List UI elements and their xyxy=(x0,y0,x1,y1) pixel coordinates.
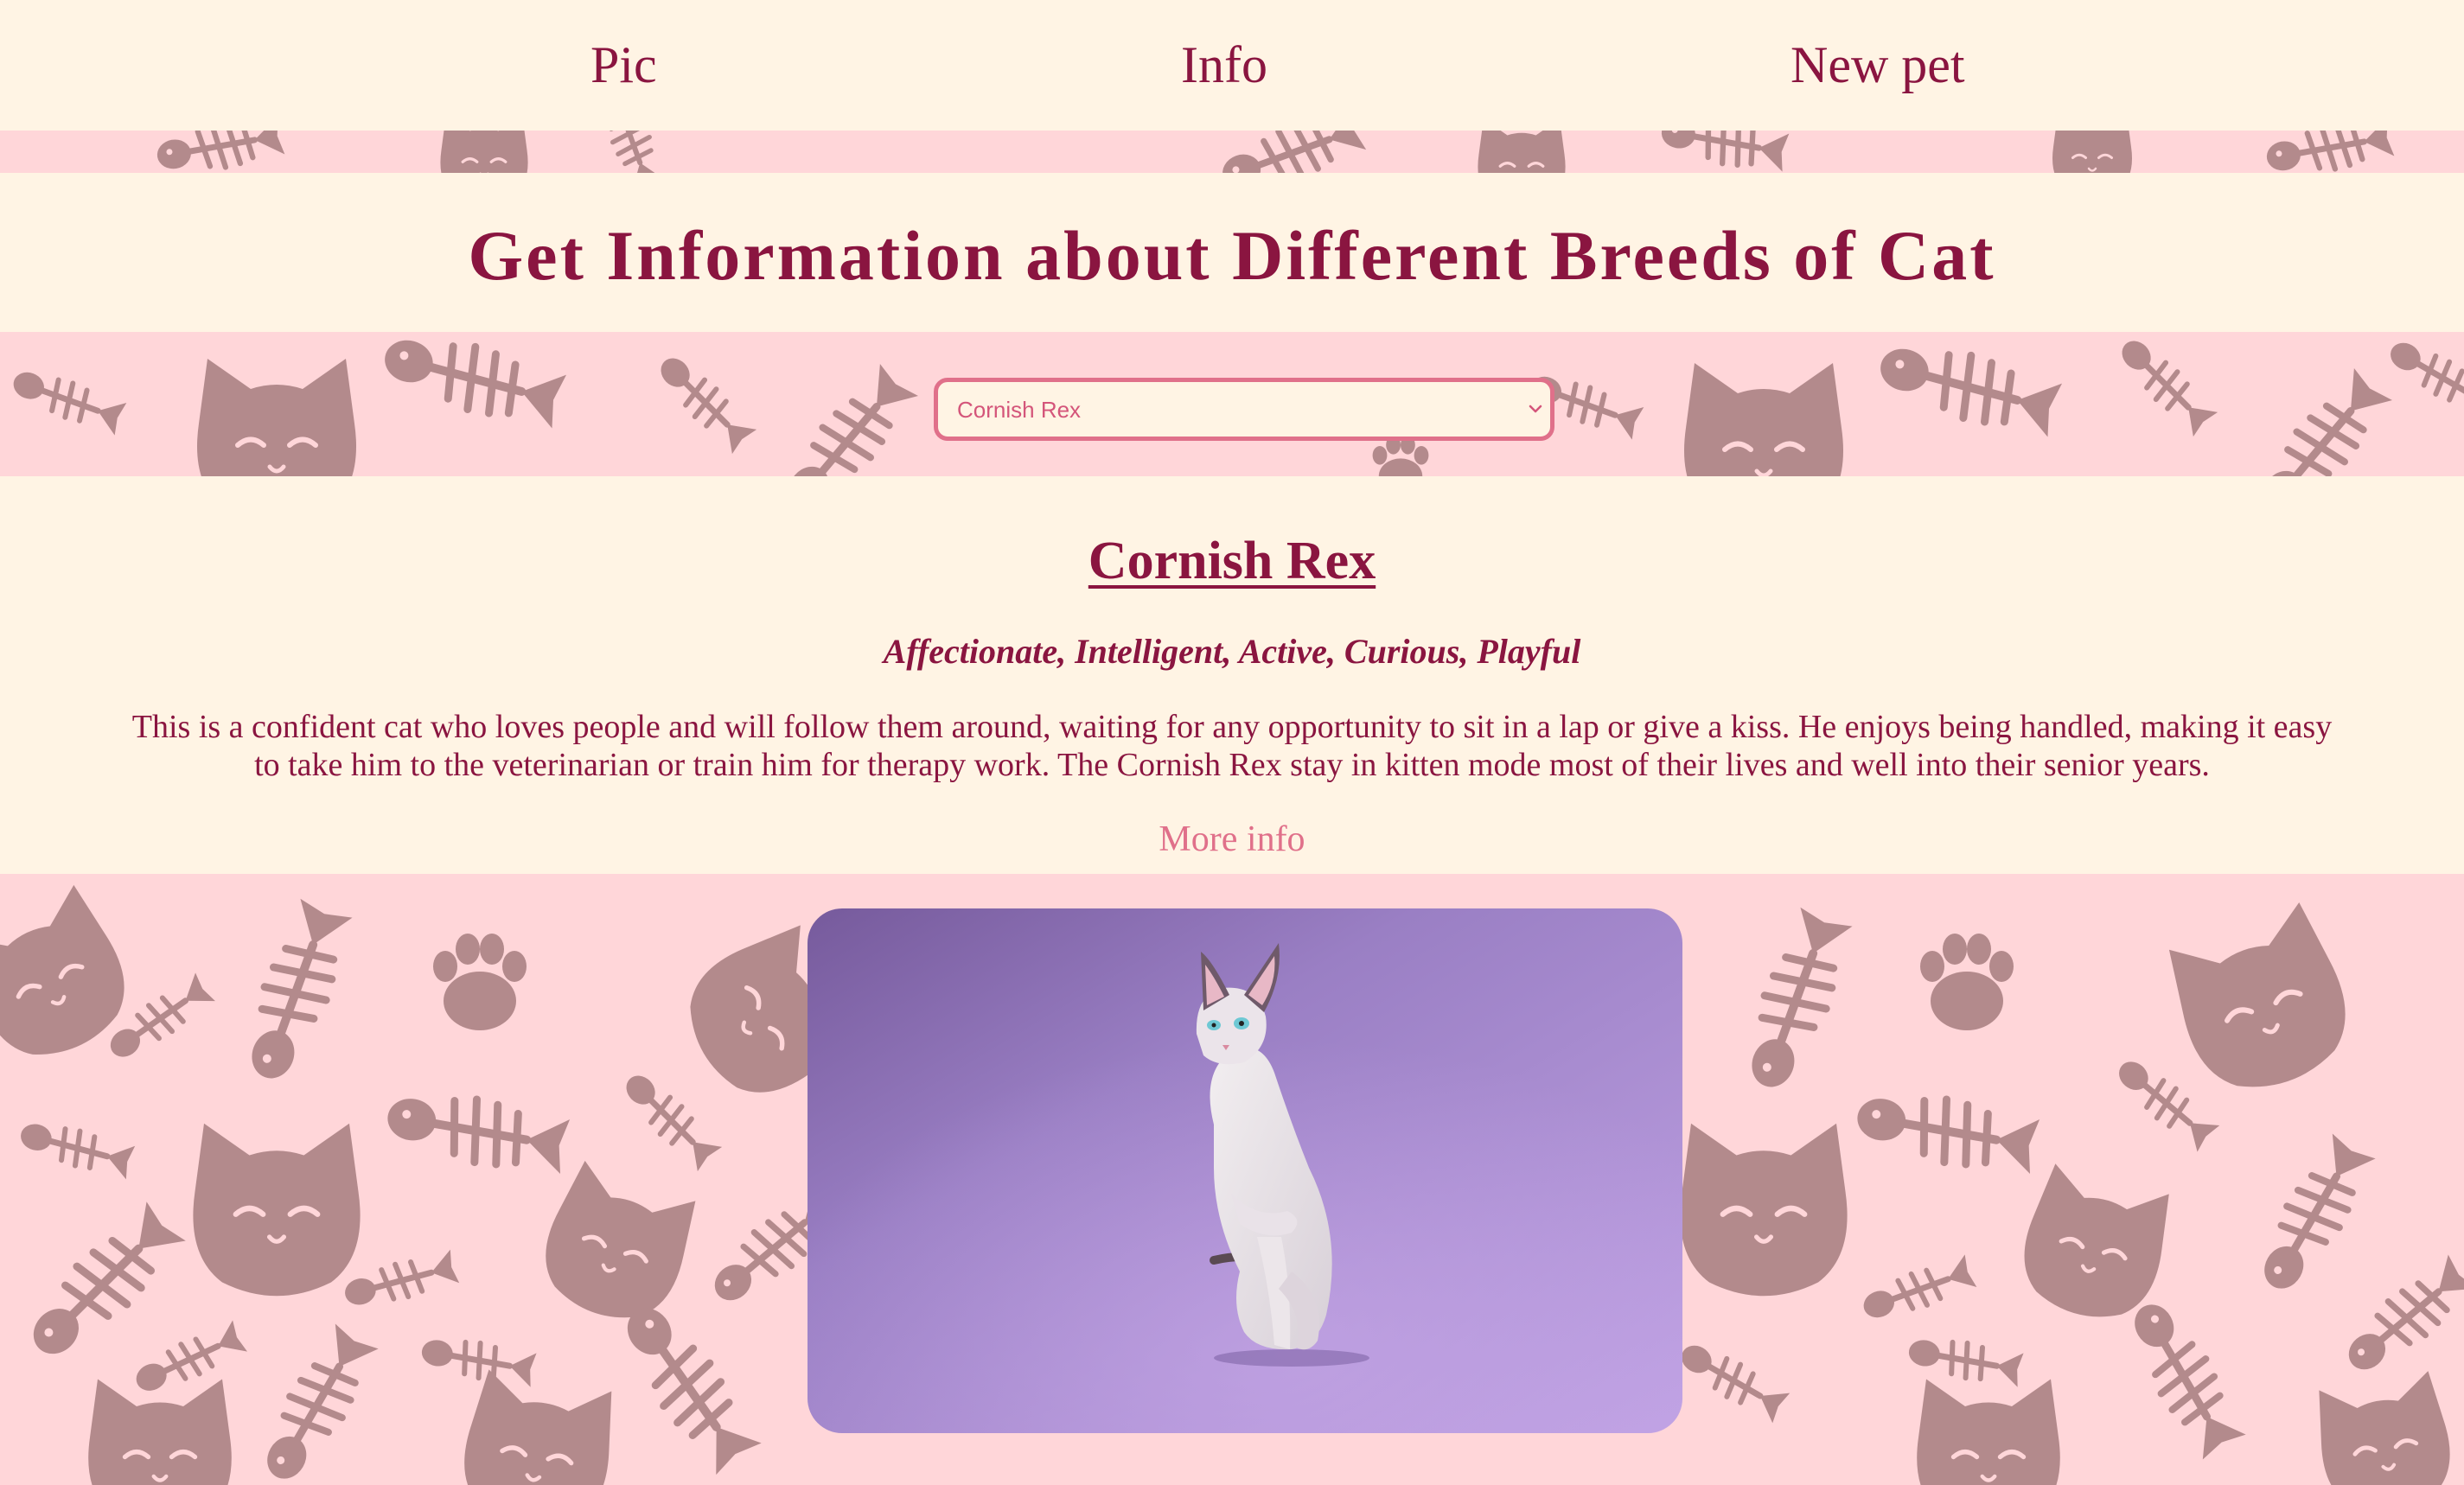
breed-select[interactable]: Cornish Rex xyxy=(934,378,1554,441)
more-info-link[interactable]: More info xyxy=(0,817,2464,862)
page-header: Get Information about Different Breeds o… xyxy=(0,173,2464,332)
top-nav-bar: Pic Info New pet xyxy=(0,0,2464,131)
breed-select-container: Cornish Rex xyxy=(934,378,1554,441)
nav-link-new-pet[interactable]: New pet xyxy=(1791,33,1965,97)
page-title: Get Information about Different Breeds o… xyxy=(468,216,1996,295)
breed-temperament: Affectionate, Intelligent, Active, Curio… xyxy=(883,632,1581,671)
nav-link-info[interactable]: Info xyxy=(1181,33,1267,97)
breed-description: This is a confident cat who loves people… xyxy=(131,709,2333,783)
nav-link-pic[interactable]: Pic xyxy=(590,33,657,97)
breed-photo xyxy=(808,908,1682,1433)
breed-info-section: Cornish Rex Affectionate, Intelligent, A… xyxy=(0,476,2464,874)
breed-name-heading: Cornish Rex xyxy=(1088,532,1376,590)
